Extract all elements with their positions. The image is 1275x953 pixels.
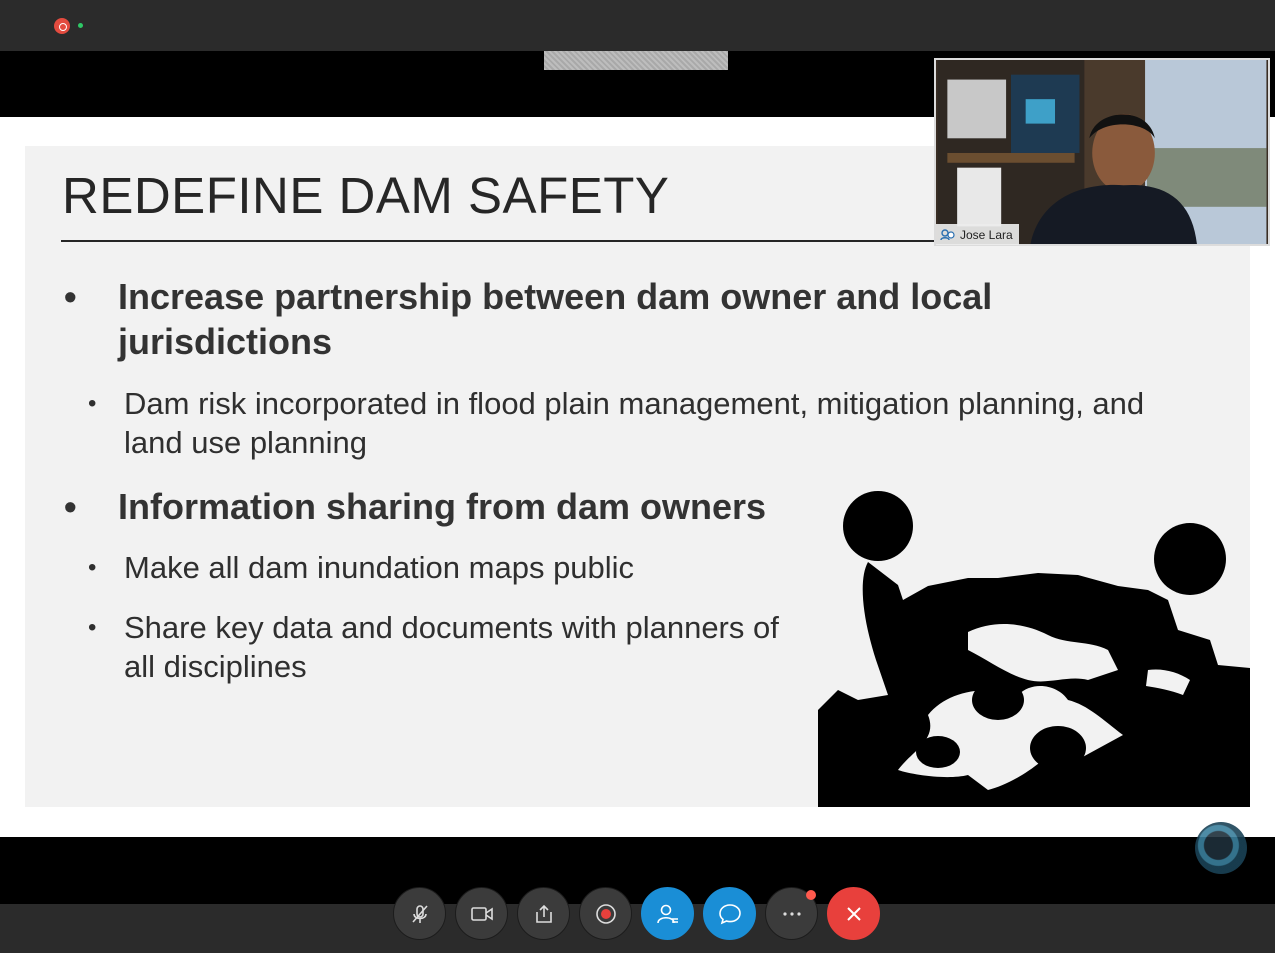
bullet-level2-inundation-maps: • Make all dam inundation maps public [88,548,804,587]
participants-icon [656,904,678,923]
participant-name-tag: Jose Lara [936,224,1019,245]
bullet-marker: • [88,554,97,581]
meeting-controls-bar [0,904,1275,953]
bullet-marker: • [64,276,77,317]
participant-icon [940,228,955,240]
meeting-top-bar [0,0,1275,51]
participant-video-tile[interactable] [934,58,1270,246]
mute-button[interactable] [393,887,446,940]
notification-badge [806,890,816,900]
puzzle-people-illustration [818,491,1250,807]
bullet-marker: • [64,486,77,527]
bullet-level2-share-data: • Share key data and documents with plan… [88,608,804,686]
title-underline [61,240,936,242]
bullet-text: Make all dam inundation maps public [124,550,635,585]
recording-indicator-icon[interactable] [54,18,70,34]
bullet-text: Share key data and documents with planne… [124,610,779,684]
participants-button[interactable] [641,887,694,940]
more-dots-icon [782,911,801,916]
bullet-text: Increase partnership between dam owner a… [118,276,993,362]
assistant-orb-icon[interactable] [1195,822,1247,874]
share-button[interactable] [517,887,570,940]
record-icon [595,903,616,924]
bullet-text: Information sharing from dam owners [118,486,767,527]
video-camera-icon [470,906,493,921]
bullet-marker: • [88,614,97,641]
record-button[interactable] [579,887,632,940]
leave-meeting-button[interactable] [827,887,880,940]
microphone-muted-icon [411,904,428,923]
bullet-marker: • [88,390,97,417]
chat-button[interactable] [703,887,756,940]
bullet-text: Dam risk incorporated in flood plain man… [124,386,1145,460]
screen-share-handle[interactable] [544,51,728,70]
video-button[interactable] [455,887,508,940]
chat-bubble-icon [718,903,741,924]
bullet-level1-partnership: • Increase partnership between dam owner… [64,274,1038,364]
close-x-icon [846,906,861,921]
bullet-level2-dam-risk: • Dam risk incorporated in flood plain m… [88,384,1204,462]
bullet-level1-information-sharing: • Information sharing from dam owners [64,484,818,529]
participant-name: Jose Lara [960,227,1013,242]
share-upload-icon [535,904,552,923]
connection-status-icon [78,23,83,28]
slide-title: REDEFINE DAM SAFETY [62,167,670,224]
